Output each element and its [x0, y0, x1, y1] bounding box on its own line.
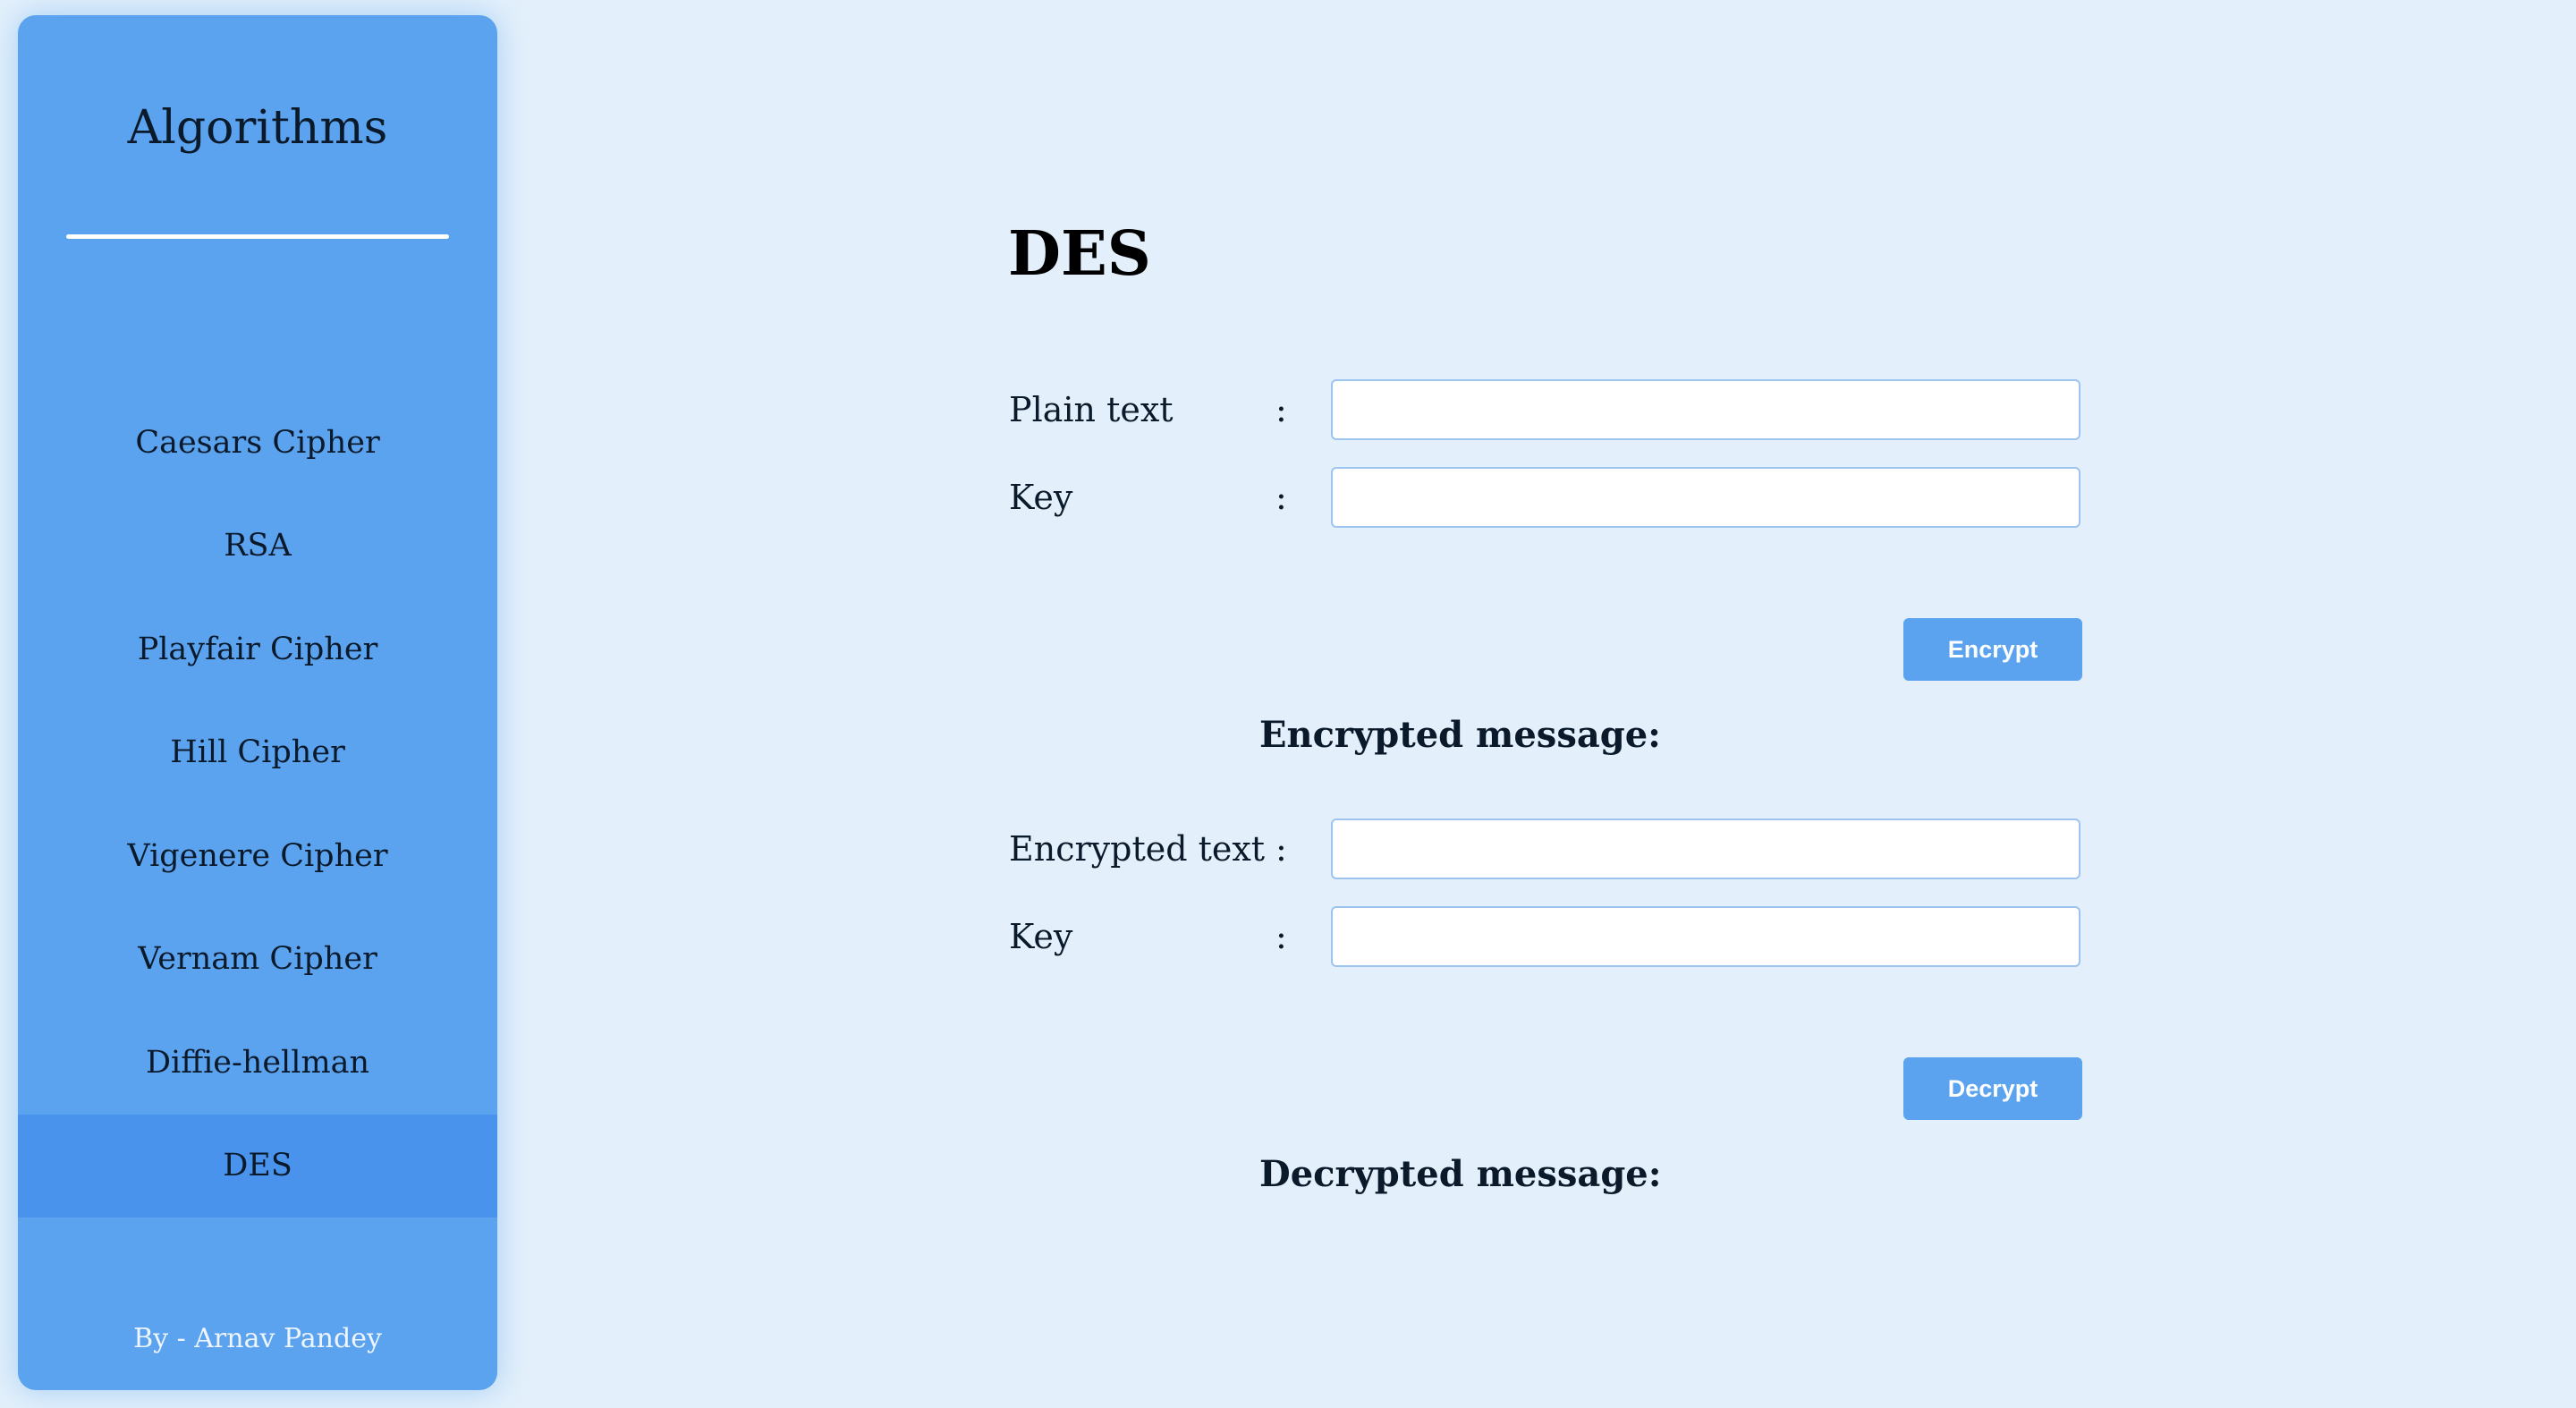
- sidebar-item-caesars-cipher[interactable]: Caesars Cipher: [18, 391, 497, 495]
- page-title: DES: [1008, 218, 1151, 290]
- encrypt-key-row: Key :: [1009, 467, 2082, 528]
- encrypted-text-label: Encrypted text: [1009, 829, 1266, 869]
- decrypt-key-input[interactable]: [1331, 906, 2080, 967]
- sidebar-item-playfair-cipher[interactable]: Playfair Cipher: [18, 598, 497, 701]
- sidebar-item-diffie-hellman[interactable]: Diffie-hellman: [18, 1011, 497, 1115]
- plain-text-label: Plain text: [1009, 390, 1174, 429]
- sidebar-divider: [66, 234, 449, 239]
- sidebar-nav: Caesars Cipher RSA Playfair Cipher Hill …: [18, 391, 497, 1217]
- sidebar-item-vigenere-cipher[interactable]: Vigenere Cipher: [18, 804, 497, 908]
- encrypted-text-row: Encrypted text :: [1009, 819, 2082, 879]
- decrypt-key-label: Key: [1009, 917, 1073, 956]
- sidebar-item-vernam-cipher[interactable]: Vernam Cipher: [18, 908, 497, 1012]
- sidebar-item-rsa[interactable]: RSA: [18, 495, 497, 598]
- encrypted-message-label: Encrypted message:: [1259, 714, 1661, 756]
- encrypt-key-colon: :: [1275, 478, 1287, 517]
- sidebar-item-hill-cipher[interactable]: Hill Cipher: [18, 701, 497, 805]
- plain-text-row: Plain text :: [1009, 379, 2082, 440]
- encrypted-text-colon: :: [1275, 829, 1287, 869]
- des-page: Algorithms Caesars Cipher RSA Playfair C…: [0, 0, 2576, 1408]
- encrypt-button[interactable]: Encrypt: [1903, 618, 2082, 681]
- decrypt-key-colon: :: [1275, 917, 1287, 956]
- sidebar-title: Algorithms: [127, 101, 388, 155]
- sidebar-item-des[interactable]: DES: [18, 1114, 497, 1217]
- decrypt-key-row: Key :: [1009, 906, 2082, 967]
- plain-text-colon: :: [1275, 390, 1287, 429]
- sidebar: Algorithms Caesars Cipher RSA Playfair C…: [18, 15, 497, 1390]
- decrypt-button[interactable]: Decrypt: [1903, 1057, 2082, 1120]
- decrypted-message-label: Decrypted message:: [1259, 1153, 1662, 1195]
- plain-text-input[interactable]: [1331, 379, 2080, 440]
- sidebar-footer-credit: By - Arnav Pandey: [133, 1323, 382, 1354]
- encrypt-key-input[interactable]: [1331, 467, 2080, 528]
- encrypted-text-input[interactable]: [1331, 819, 2080, 879]
- encrypt-key-label: Key: [1009, 478, 1073, 517]
